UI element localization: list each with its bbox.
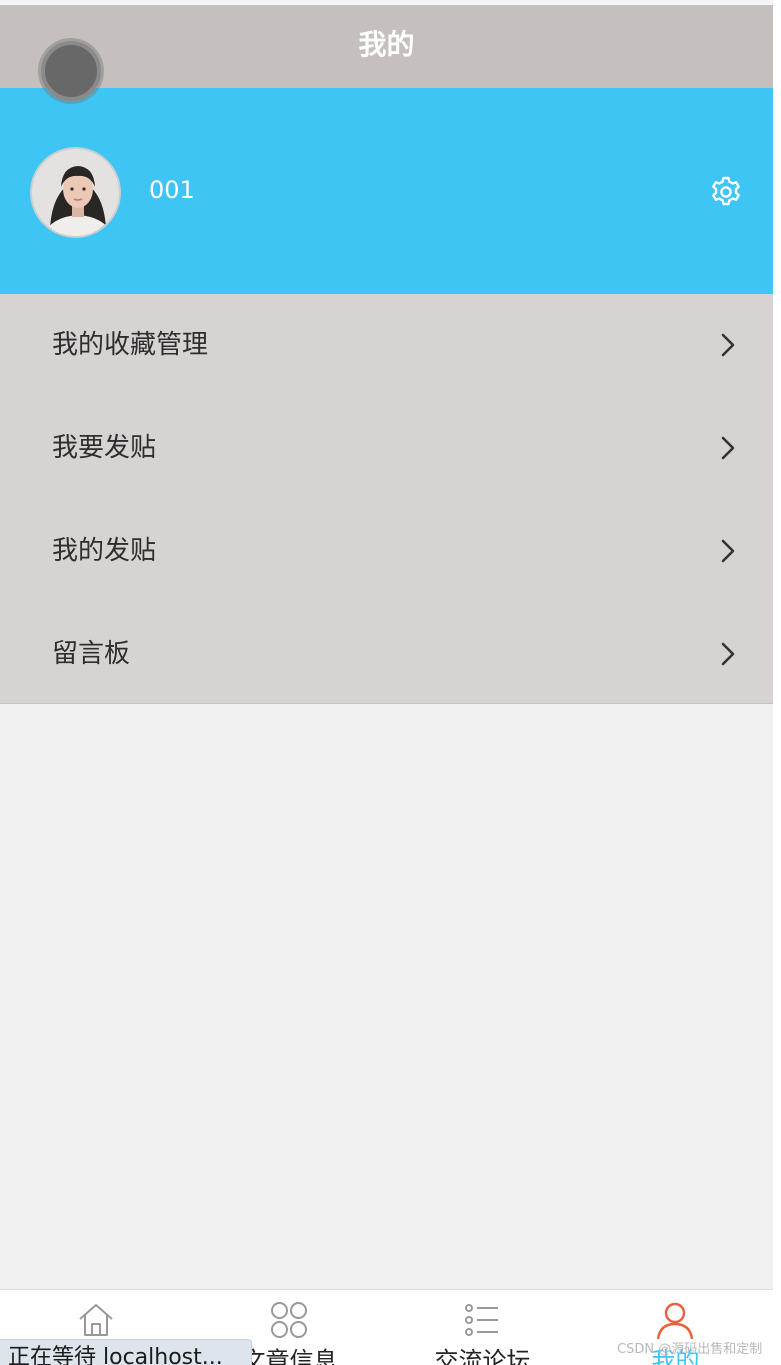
app-screen: 我的 001 我的收藏管理 我要发贴 我的发贴 留言板 文章信息 交流论坛 我的	[0, 0, 773, 1365]
status-text: 正在等待 localhost...	[8, 1345, 223, 1365]
username: 001	[149, 176, 195, 204]
browser-status-bar: 正在等待 localhost...	[0, 1339, 252, 1365]
watermark: CSDN @源码出售和定制	[617, 1342, 763, 1357]
menu-item-message-board[interactable]: 留言板	[0, 603, 773, 706]
profile-header: 001	[0, 88, 773, 294]
menu-item-favorites[interactable]: 我的收藏管理	[0, 294, 773, 397]
home-icon	[79, 1304, 113, 1336]
tab-label: 交流论坛	[434, 1347, 531, 1365]
floating-back-button[interactable]	[41, 41, 101, 101]
user-icon	[656, 1302, 694, 1340]
menu-item-label: 留言板	[52, 639, 131, 669]
menu-item-my-posts[interactable]: 我的发贴	[0, 500, 773, 603]
avatar-photo	[32, 149, 119, 236]
chevron-right-icon	[721, 539, 735, 563]
menu-item-new-post[interactable]: 我要发贴	[0, 397, 773, 500]
menu-list: 我的收藏管理 我要发贴 我的发贴 留言板	[0, 294, 773, 704]
tab-forum[interactable]: 交流论坛	[386, 1290, 579, 1365]
chevron-right-icon	[721, 642, 735, 666]
gear-icon[interactable]	[708, 174, 744, 210]
list-icon	[465, 1304, 498, 1336]
avatar[interactable]	[30, 147, 121, 238]
menu-item-label: 我的收藏管理	[52, 330, 209, 360]
page-title: 我的	[358, 28, 415, 61]
window-edge	[773, 0, 781, 1365]
menu-item-label: 我的发贴	[52, 536, 157, 566]
grid-icon	[271, 1302, 307, 1338]
chevron-right-icon	[721, 436, 735, 460]
chevron-right-icon	[721, 333, 735, 357]
menu-item-label: 我要发贴	[52, 433, 157, 463]
navbar: 我的	[0, 5, 773, 88]
